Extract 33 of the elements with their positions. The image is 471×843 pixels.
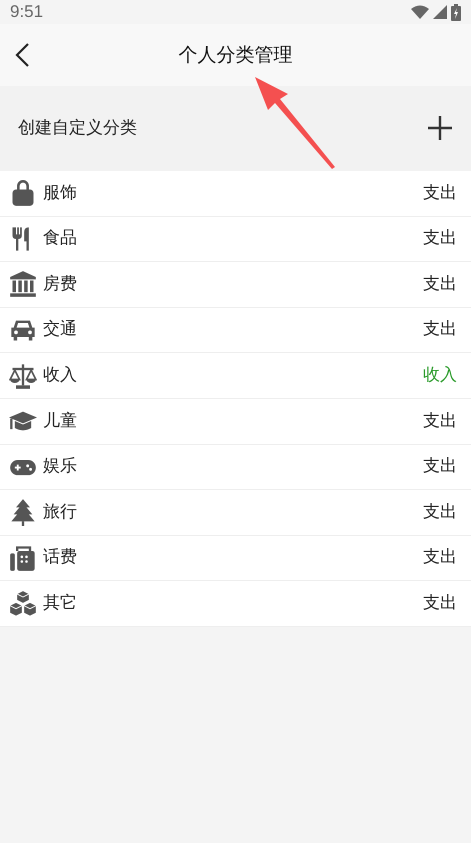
category-name: 其它	[43, 592, 78, 615]
category-type: 支出	[423, 182, 457, 205]
category-type: 支出	[423, 272, 457, 296]
tree-icon	[9, 498, 37, 526]
category-name: 旅行	[43, 500, 78, 524]
category-name: 服饰	[43, 182, 78, 205]
category-type: 支出	[423, 227, 457, 250]
category-type: 支出	[423, 318, 457, 342]
category-name: 房费	[43, 272, 78, 296]
category-type: 收入	[423, 364, 457, 387]
category-name: 食品	[43, 227, 78, 250]
category-type: 支出	[423, 546, 457, 570]
category-name: 娱乐	[43, 455, 78, 478]
scale-icon	[9, 362, 37, 390]
category-name: 交通	[43, 318, 78, 342]
cubes-icon	[9, 590, 37, 618]
category-name: 儿童	[43, 410, 78, 433]
signal-icon	[433, 5, 447, 19]
phone-icon	[9, 544, 37, 572]
category-type: 支出	[423, 410, 457, 433]
add-button[interactable]	[427, 115, 453, 142]
category-type: 支出	[423, 592, 457, 615]
category-name: 收入	[43, 364, 78, 387]
wifi-icon	[411, 5, 429, 19]
back-button[interactable]	[14, 42, 30, 68]
battery-icon	[451, 4, 461, 20]
category-name: 话费	[43, 546, 78, 570]
page-title: 个人分类管理	[178, 42, 292, 68]
bank-icon	[9, 270, 37, 298]
status-time: 9:51	[10, 1, 44, 24]
category-type: 支出	[423, 500, 457, 524]
category-type: 支出	[423, 455, 457, 478]
create-category-label: 创建自定义分类	[18, 116, 137, 140]
